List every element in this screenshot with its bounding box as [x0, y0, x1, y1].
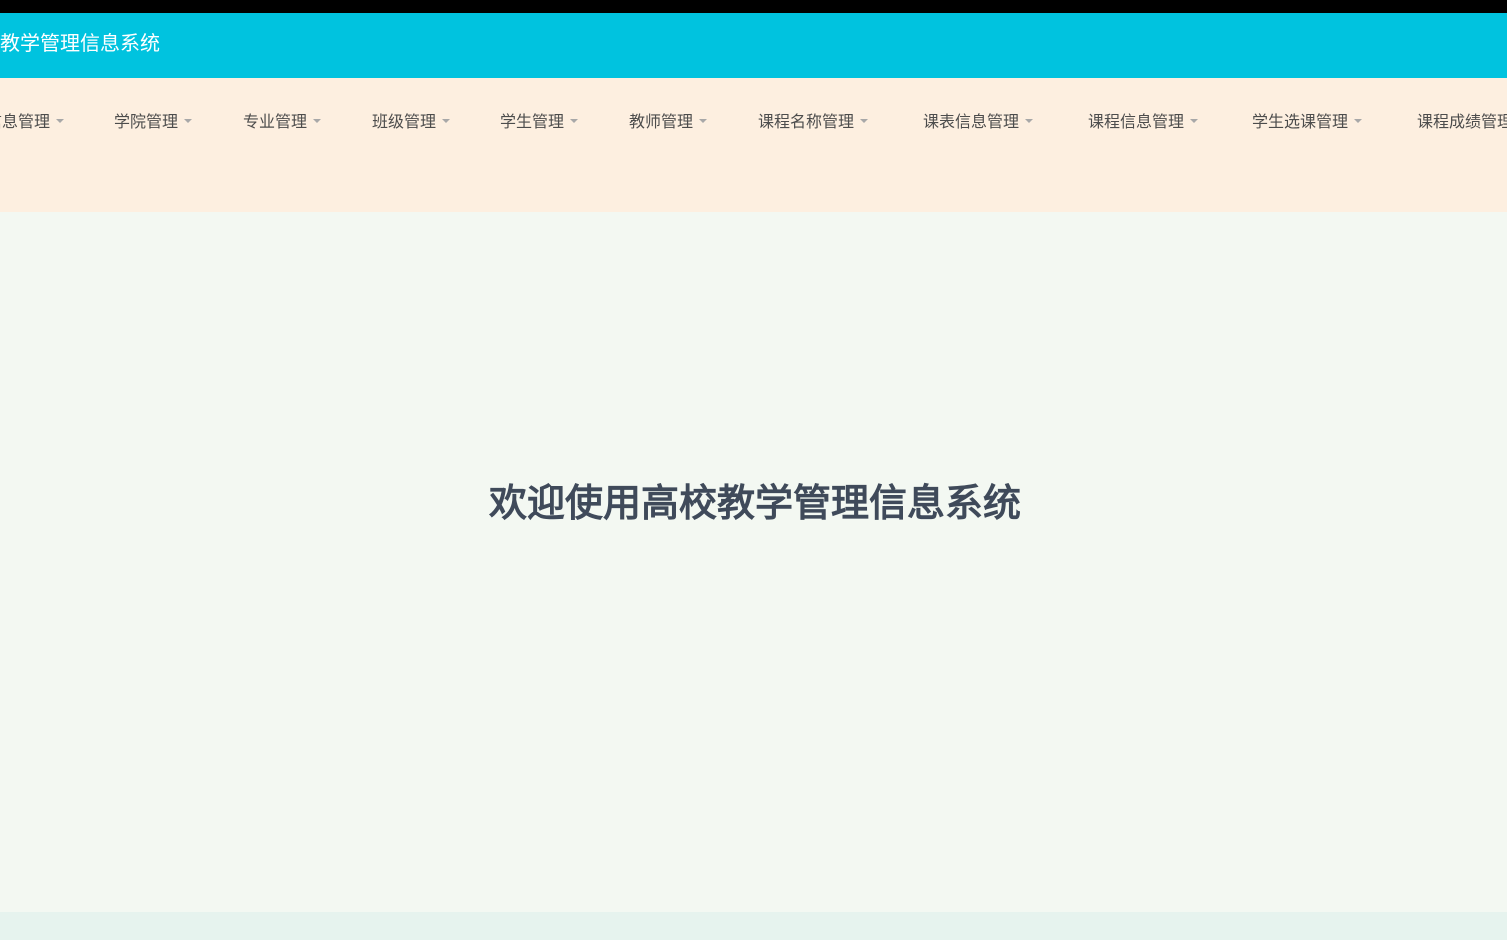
caret-down-icon [184, 118, 193, 123]
nav-item-label: 课程信息管理 [1088, 112, 1185, 131]
caret-down-icon [1354, 118, 1363, 123]
nav-item-timetable[interactable]: 课表信息管理 [923, 111, 1034, 133]
nav-item-label: 信息管理 [0, 112, 51, 131]
top-black-bar [0, 0, 1507, 13]
nav-item-student[interactable]: 学生管理 [500, 111, 579, 133]
nav-item-label: 学生管理 [500, 112, 565, 131]
caret-down-icon [56, 118, 65, 123]
footer-strip [0, 912, 1507, 940]
caret-down-icon [442, 118, 451, 123]
main-content: 欢迎使用高校教学管理信息系统 [0, 212, 1507, 912]
main-nav: 信息管理 学院管理 专业管理 班级管理 学生管理 教师管理 课程名称管理 课表信… [0, 78, 1507, 151]
app-title: 高校教学管理信息系统 [0, 31, 160, 55]
caret-down-icon [1190, 118, 1199, 123]
nav-item-college[interactable]: 学院管理 [114, 111, 193, 133]
nav-item-label: 班级管理 [372, 112, 437, 131]
sub-header-bar [0, 150, 1507, 212]
nav-item-major[interactable]: 专业管理 [243, 111, 322, 133]
nav-item-label: 课表信息管理 [923, 112, 1020, 131]
nav-item-label: 教师管理 [629, 112, 694, 131]
nav-item-label: 学生选课管理 [1252, 112, 1349, 131]
caret-down-icon [570, 118, 579, 123]
nav-item-course-info[interactable]: 课程信息管理 [1088, 111, 1199, 133]
nav-item-info[interactable]: 信息管理 [0, 111, 65, 133]
nav-item-course-name[interactable]: 课程名称管理 [758, 111, 869, 133]
caret-down-icon [860, 118, 869, 123]
nav-item-label: 专业管理 [243, 112, 308, 131]
caret-down-icon [313, 118, 322, 123]
welcome-heading: 欢迎使用高校教学管理信息系统 [488, 481, 1021, 525]
nav-item-course-grades[interactable]: 课程成绩管理 [1417, 111, 1507, 133]
nav-item-class[interactable]: 班级管理 [372, 111, 451, 133]
nav-item-teacher[interactable]: 教师管理 [629, 111, 708, 133]
caret-down-icon [699, 118, 708, 123]
app-header: 高校教学管理信息系统 [0, 13, 1507, 78]
nav-item-label: 课程成绩管理 [1417, 112, 1507, 131]
nav-item-label: 课程名称管理 [758, 112, 855, 131]
caret-down-icon [1025, 118, 1034, 123]
nav-item-label: 学院管理 [114, 112, 179, 131]
nav-item-course-selection[interactable]: 学生选课管理 [1252, 111, 1363, 133]
app-window: 高校教学管理信息系统 信息管理 学院管理 专业管理 班级管理 学生管理 教师管理… [0, 0, 1507, 940]
